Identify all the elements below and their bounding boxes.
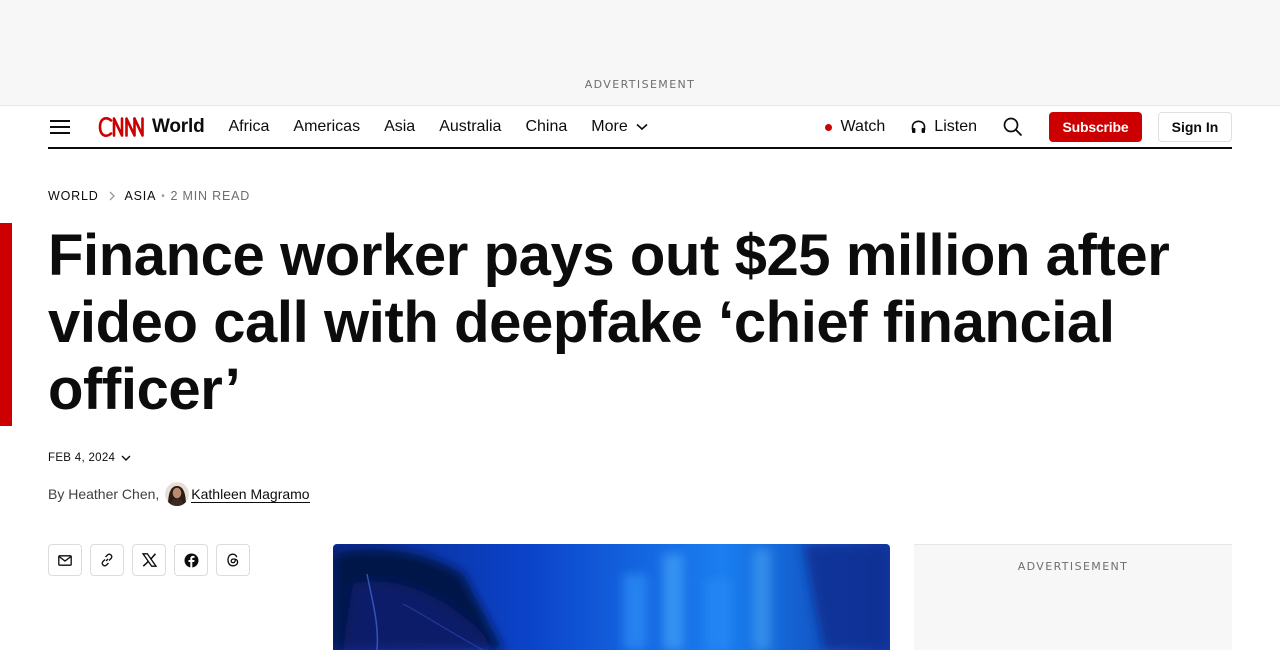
share-email-button[interactable]	[48, 544, 82, 576]
hero-photo	[333, 544, 890, 650]
hamburger-menu-icon[interactable]	[50, 119, 70, 135]
breadcrumb-separator: •	[161, 190, 166, 202]
live-dot-icon	[824, 123, 832, 131]
search-icon	[1003, 117, 1023, 137]
headphones-icon	[911, 120, 926, 133]
article-timestamp[interactable]: FEB 4, 2024	[48, 452, 131, 464]
share-x-button[interactable]	[132, 544, 166, 576]
more-menu-button[interactable]: More	[591, 118, 648, 136]
header-nav: World Africa Americas Asia Australia Chi…	[48, 107, 1232, 149]
search-button[interactable]	[1003, 117, 1023, 137]
header-actions: Watch Listen Subscribe Sign In	[824, 112, 1232, 142]
byline-author-2-link[interactable]: Kathleen Magramo	[191, 486, 310, 503]
top-advertisement: ADVERTISEMENT	[0, 0, 1280, 106]
hero-image[interactable]	[333, 544, 890, 650]
nav-link-africa[interactable]: Africa	[228, 118, 269, 136]
share-threads-button[interactable]	[216, 544, 250, 576]
watch-label: Watch	[840, 118, 886, 135]
cnn-logo-icon	[98, 117, 144, 137]
threads-icon	[227, 553, 239, 567]
byline-author-1: By Heather Chen	[48, 486, 156, 502]
article-date: FEB 4, 2024	[48, 452, 116, 464]
sign-in-button[interactable]: Sign In	[1158, 112, 1232, 142]
watch-button[interactable]: Watch	[824, 118, 886, 136]
byline-comma: ,	[155, 486, 160, 502]
subscribe-button[interactable]: Subscribe	[1049, 112, 1142, 142]
chevron-down-icon	[636, 123, 648, 131]
email-icon	[58, 554, 72, 566]
listen-label: Listen	[934, 118, 977, 135]
headline-accent-bar	[0, 223, 12, 426]
breadcrumb-world[interactable]: WORLD	[48, 189, 99, 203]
byline: By Heather Chen , Kathleen Magramo	[48, 482, 310, 506]
share-facebook-button[interactable]	[174, 544, 208, 576]
nav-link-americas[interactable]: Americas	[293, 118, 360, 136]
nav-link-australia[interactable]: Australia	[439, 118, 501, 136]
breadcrumb-asia[interactable]: ASIA	[125, 189, 157, 203]
chevron-right-icon	[109, 191, 115, 201]
nav-link-asia[interactable]: Asia	[384, 118, 415, 136]
article-headline: Finance worker pays out $25 million afte…	[48, 223, 1170, 422]
share-bar	[48, 544, 258, 576]
facebook-icon	[184, 553, 198, 568]
advertisement-label: ADVERTISEMENT	[584, 78, 696, 91]
section-title[interactable]: World	[152, 116, 205, 138]
breadcrumb: WORLD ASIA • 2 MIN READ	[48, 189, 250, 203]
section-links: Africa Americas Asia Australia China Mor…	[228, 118, 648, 136]
nav-link-china[interactable]: China	[525, 118, 567, 136]
share-link-button[interactable]	[90, 544, 124, 576]
avatar[interactable]	[165, 482, 190, 506]
listen-button[interactable]: Listen	[911, 118, 977, 136]
x-icon	[141, 553, 157, 567]
side-advertisement: ADVERTISEMENT	[914, 544, 1232, 650]
more-label: More	[591, 118, 628, 135]
read-time: 2 MIN READ	[170, 189, 251, 203]
chevron-down-icon	[121, 455, 131, 461]
link-icon	[101, 553, 113, 567]
cnn-logo[interactable]: World	[98, 115, 205, 139]
advertisement-label: ADVERTISEMENT	[1017, 560, 1129, 573]
